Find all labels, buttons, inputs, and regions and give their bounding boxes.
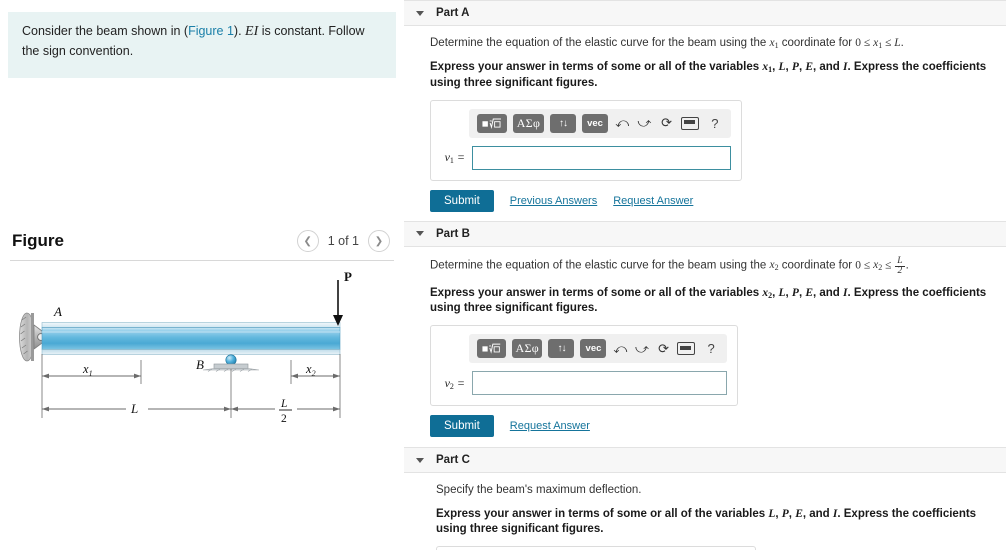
answer-card-b: n ΑΣφ ↑↓ vec ⤺ ⤻ ⟳ ? v2 = xyxy=(430,325,738,407)
part-header-b[interactable]: Part B xyxy=(404,220,1006,247)
keyboard-icon[interactable] xyxy=(680,116,699,130)
svg-text:L: L xyxy=(280,398,287,410)
beam-diagram: P A B x1 x2 L L 2 xyxy=(0,268,404,498)
figure-header: Figure ❮ 1 of 1 ❯ xyxy=(0,222,404,260)
keyboard-icon[interactable] xyxy=(677,342,696,356)
undo-icon[interactable]: ⤺ xyxy=(614,115,630,131)
chevron-left-icon[interactable]: ❮ xyxy=(296,230,319,252)
part-body-b: Determine the equation of the elastic cu… xyxy=(404,247,1006,438)
vector-button[interactable]: vec xyxy=(582,113,609,133)
svg-text:2: 2 xyxy=(281,413,287,425)
left-panel: Consider the beam shown in (Figure 1). E… xyxy=(0,0,404,550)
part-instruction-b: Express your answer in terms of some or … xyxy=(430,286,987,315)
label-a: A xyxy=(53,304,62,319)
problem-statement: Consider the beam shown in (Figure 1). E… xyxy=(8,12,396,78)
svg-text:x1: x1 xyxy=(82,362,93,378)
reset-icon[interactable]: ⟳ xyxy=(656,341,672,357)
part-question-c: Specify the beam's maximum deflection. xyxy=(436,484,642,497)
prompt-text-after: ). xyxy=(233,24,246,38)
help-icon[interactable]: ? xyxy=(703,341,719,356)
part-title-b: Part B xyxy=(436,227,470,240)
chevron-right-icon[interactable]: ❯ xyxy=(368,230,390,252)
answer-field-label-b: v2 = xyxy=(444,375,465,391)
arrows-button[interactable]: ↑↓ xyxy=(550,113,577,133)
part-title-a: Part A xyxy=(436,7,470,19)
figure-title: Figure xyxy=(12,231,64,250)
greek-letters-button[interactable]: ΑΣφ xyxy=(512,113,545,133)
figure-divider xyxy=(10,260,394,261)
label-b: B xyxy=(196,357,204,372)
answer-field-row-b: v2 = xyxy=(441,371,727,396)
dimension-x2: x2 xyxy=(291,362,340,379)
ei-symbol: EI xyxy=(245,24,259,39)
answer-card-a: n ΑΣφ ↑↓ vec ⤺ ⤻ ⟳ ? v1 = xyxy=(430,99,742,181)
right-panel: Part A Determine the equation of the ela… xyxy=(404,0,1006,550)
help-icon[interactable]: ? xyxy=(707,116,723,131)
submit-row-a: Submit Previous Answers Request Answer xyxy=(430,189,996,212)
dimension-l: L xyxy=(42,400,231,417)
figure-counter: 1 of 1 xyxy=(327,234,359,248)
part-instruction-a: Express your answer in terms of some or … xyxy=(430,61,987,89)
chevron-down-icon[interactable] xyxy=(416,231,424,237)
wall-support xyxy=(19,312,35,362)
answer-field-label-a: v1 = xyxy=(444,150,465,166)
redo-icon[interactable]: ⤻ xyxy=(636,115,652,131)
part-body-c: Specify the beam's maximum deflection. E… xyxy=(404,473,1006,550)
math-toolbar-b: n ΑΣφ ↑↓ vec ⤺ ⤻ ⟳ ? xyxy=(469,334,727,364)
part-instruction-c: Express your answer in terms of some or … xyxy=(436,507,977,535)
chevron-down-icon[interactable] xyxy=(416,457,424,463)
redo-icon[interactable]: ⤻ xyxy=(634,341,650,357)
answer-input-b[interactable] xyxy=(472,371,727,396)
chevron-down-icon[interactable] xyxy=(416,10,424,16)
arrows-button[interactable]: ↑↓ xyxy=(548,339,575,359)
dimension-x1: x1 xyxy=(42,362,141,379)
previous-answers-link-a[interactable]: Previous Answers xyxy=(510,195,597,207)
part-question-b: Determine the equation of the elastic cu… xyxy=(430,255,909,277)
prompt-text-before: Consider the beam shown in ( xyxy=(22,24,189,38)
dimension-half-l: L 2 xyxy=(231,396,340,425)
request-answer-link-a[interactable]: Request Answer xyxy=(613,195,693,207)
submit-button-b[interactable]: Submit xyxy=(430,415,494,438)
math-toolbar-a: n ΑΣφ ↑↓ vec ⤺ ⤻ ⟳ ? xyxy=(469,108,731,138)
figure-navigation: ❮ 1 of 1 ❯ xyxy=(296,230,390,252)
vector-button[interactable]: vec xyxy=(580,339,607,359)
beam-diagram-svg: P A B x1 x2 L L 2 xyxy=(19,269,352,425)
greek-letters-button[interactable]: ΑΣφ xyxy=(512,339,543,359)
load-arrow-p: P xyxy=(333,269,352,326)
svg-text:x2: x2 xyxy=(305,362,316,378)
load-label-p: P xyxy=(344,269,352,284)
svg-text:n: n xyxy=(490,118,492,123)
part-header-a[interactable]: Part A xyxy=(404,0,1006,26)
undo-icon[interactable]: ⤺ xyxy=(612,341,628,357)
page-root: Consider the beam shown in (Figure 1). E… xyxy=(0,0,1006,550)
beam-body xyxy=(41,322,341,355)
svg-text:n: n xyxy=(489,344,491,348)
part-body-a: Determine the equation of the elastic cu… xyxy=(404,26,1006,212)
request-answer-link-b[interactable]: Request Answer xyxy=(510,420,590,432)
answer-input-a[interactable] xyxy=(472,145,731,170)
part-question-a: Determine the equation of the elastic cu… xyxy=(430,37,904,50)
part-header-c[interactable]: Part C xyxy=(404,447,1006,474)
answer-field-row-a: v1 = xyxy=(441,145,731,170)
template-icon[interactable]: n xyxy=(477,339,507,359)
roller-support-b: B xyxy=(196,354,260,372)
svg-text:L: L xyxy=(130,401,138,416)
answer-card-c: n ΑΣφ ↑↓ vec ⤺ ⤻ ⟳ ? vmax = xyxy=(436,545,756,550)
figure-link[interactable]: Figure 1 xyxy=(188,24,234,38)
part-title-c: Part C xyxy=(436,454,470,467)
submit-button-a[interactable]: Submit xyxy=(430,189,494,212)
reset-icon[interactable]: ⟳ xyxy=(659,115,675,131)
submit-row-b: Submit Request Answer xyxy=(430,415,996,438)
template-icon[interactable]: n xyxy=(477,113,507,133)
